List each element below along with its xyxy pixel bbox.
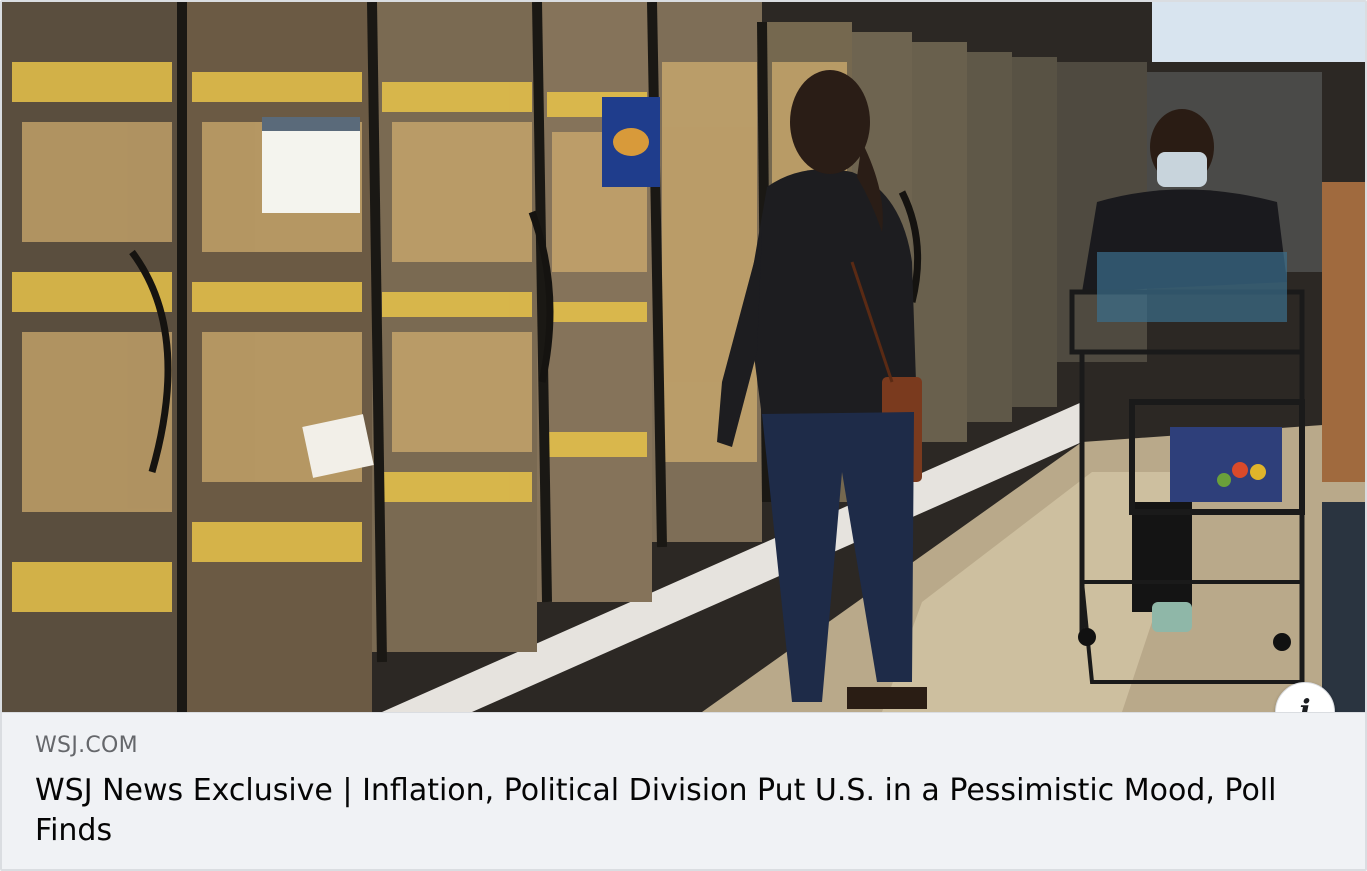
article-image[interactable]: i	[2, 2, 1365, 712]
article-headline[interactable]: WSJ News Exclusive | Inflation, Politica…	[35, 771, 1295, 851]
source-domain: WSJ.COM	[35, 733, 138, 758]
grocery-aisle-photo	[2, 2, 1365, 712]
link-preview-meta[interactable]: WSJ.COM WSJ News Exclusive | Inflation, …	[2, 712, 1365, 869]
info-icon: i	[1299, 694, 1311, 713]
link-preview-card[interactable]: i WSJ.COM WSJ News Exclusive | Inflation…	[0, 0, 1367, 871]
